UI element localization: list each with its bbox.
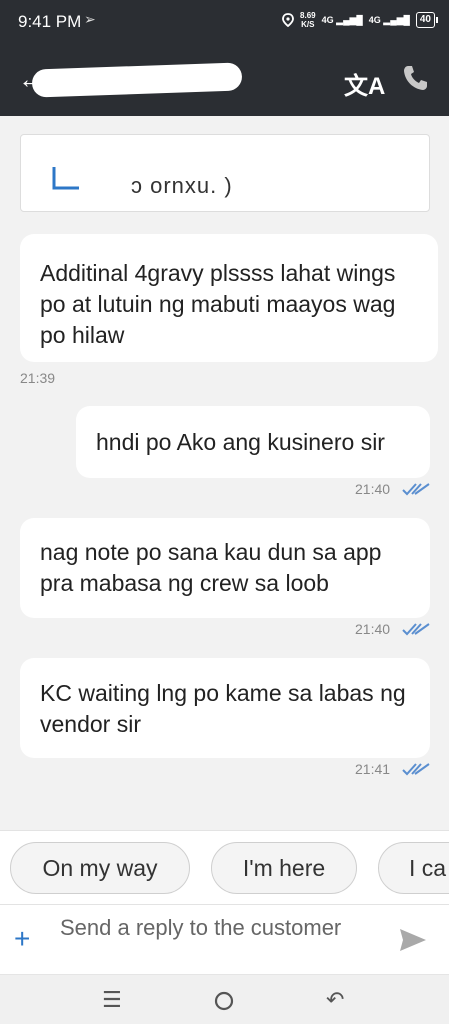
status-bar: 9:41 PM ➢ 8.69 K/S 4G ▂▄▆█ 4G ▂▄▆█ 40	[0, 0, 449, 44]
read-ticks-icon	[402, 763, 430, 776]
quick-reply-chip[interactable]: I'm here	[211, 842, 357, 894]
phone-icon[interactable]	[402, 64, 428, 92]
message-time: 21:40	[355, 481, 391, 497]
chat-header: ← 文A	[0, 44, 449, 116]
attach-plus-icon[interactable]: +	[14, 923, 30, 955]
signal-1: 4G ▂▄▆█	[321, 14, 363, 25]
redacted-contact-name	[31, 62, 243, 98]
send-icon[interactable]	[398, 927, 428, 953]
location-icon	[282, 13, 294, 27]
message-time: 21:39	[20, 370, 56, 386]
home-icon[interactable]	[213, 990, 235, 1012]
message-bubble-incoming: Additinal 4gravy plssss lahat wings po a…	[20, 234, 438, 362]
quick-reply-chip[interactable]: On my way	[10, 842, 190, 894]
quick-reply-chip[interactable]: I ca	[378, 842, 449, 894]
message-bubble-outgoing: nag note po sana kau dun sa app pra maba…	[20, 518, 430, 618]
pinned-order-card[interactable]: ɔ ornxu. )	[20, 134, 430, 212]
read-ticks-icon	[402, 483, 430, 496]
navigation-icon: ➢	[84, 11, 96, 27]
chat-area[interactable]: ɔ ornxu. ) Additinal 4gravy plssss lahat…	[0, 116, 449, 830]
signal-2: 4G ▂▄▆█	[368, 14, 410, 25]
reply-composer: + Send a reply to the customer	[0, 904, 449, 974]
back-icon[interactable]: ↶	[326, 987, 344, 1013]
quick-replies: On my way I'm here I ca	[0, 830, 449, 904]
status-right: 8.69 K/S 4G ▂▄▆█ 4G ▂▄▆█ 40	[282, 11, 439, 29]
message-time: 21:41	[355, 761, 391, 777]
system-nav-bar: ☰ ↶	[0, 974, 449, 1024]
message-bubble-outgoing: KC waiting lng po kame sa labas ng vendo…	[20, 658, 430, 758]
document-icon	[52, 167, 79, 190]
card-snippet: ɔ ornxu. )	[131, 173, 233, 198]
read-ticks-icon	[402, 623, 430, 636]
message-time: 21:40	[355, 621, 391, 637]
menu-icon[interactable]: ☰	[102, 987, 122, 1013]
translate-icon[interactable]: 文A	[344, 66, 385, 101]
status-time: 9:41 PM	[18, 12, 82, 31]
network-speed: 8.69 K/S	[300, 11, 316, 29]
battery-icon: 40	[415, 12, 439, 28]
message-bubble-outgoing: hndi po Ako ang kusinero sir	[76, 406, 430, 478]
reply-input[interactable]: Send a reply to the customer	[60, 913, 360, 942]
